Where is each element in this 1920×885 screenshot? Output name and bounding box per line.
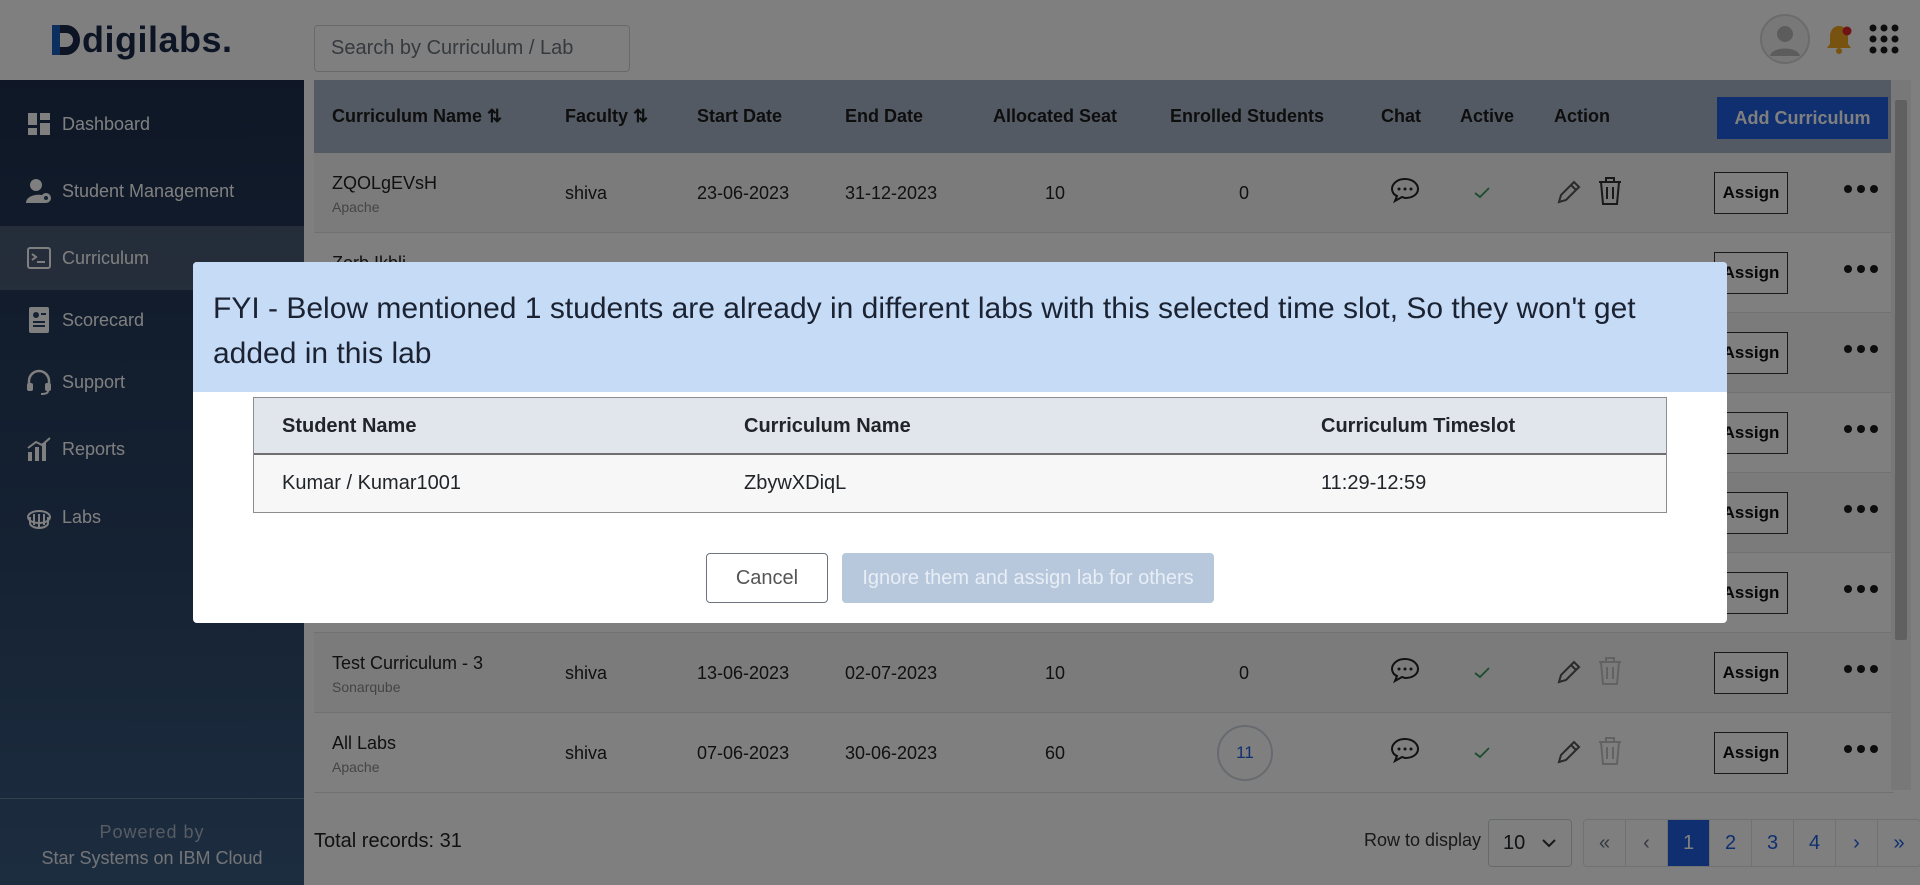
curriculum-name: ZbywXDiqL — [744, 472, 847, 494]
conflict-table-header: Student Name Curriculum Name Curriculum … — [254, 398, 1666, 455]
conflict-table: Student Name Curriculum Name Curriculum … — [253, 397, 1667, 513]
modal-message: FYI - Below mentioned 1 students are alr… — [193, 262, 1727, 392]
curriculum-timeslot: 11:29-12:59 — [1321, 472, 1427, 494]
cancel-button[interactable]: Cancel — [706, 553, 828, 603]
conflict-table-row: Kumar / Kumar1001 ZbywXDiqL 11:29-12:59 — [254, 455, 1666, 512]
student-name: Kumar / Kumar1001 — [282, 472, 461, 494]
th-curriculum-timeslot: Curriculum Timeslot — [1321, 415, 1516, 437]
th-student-name: Student Name — [282, 415, 417, 437]
th-curriculum-name: Curriculum Name — [744, 415, 911, 437]
conflict-modal: FYI - Below mentioned 1 students are alr… — [193, 262, 1727, 623]
ignore-and-assign-button[interactable]: Ignore them and assign lab for others — [842, 553, 1214, 603]
